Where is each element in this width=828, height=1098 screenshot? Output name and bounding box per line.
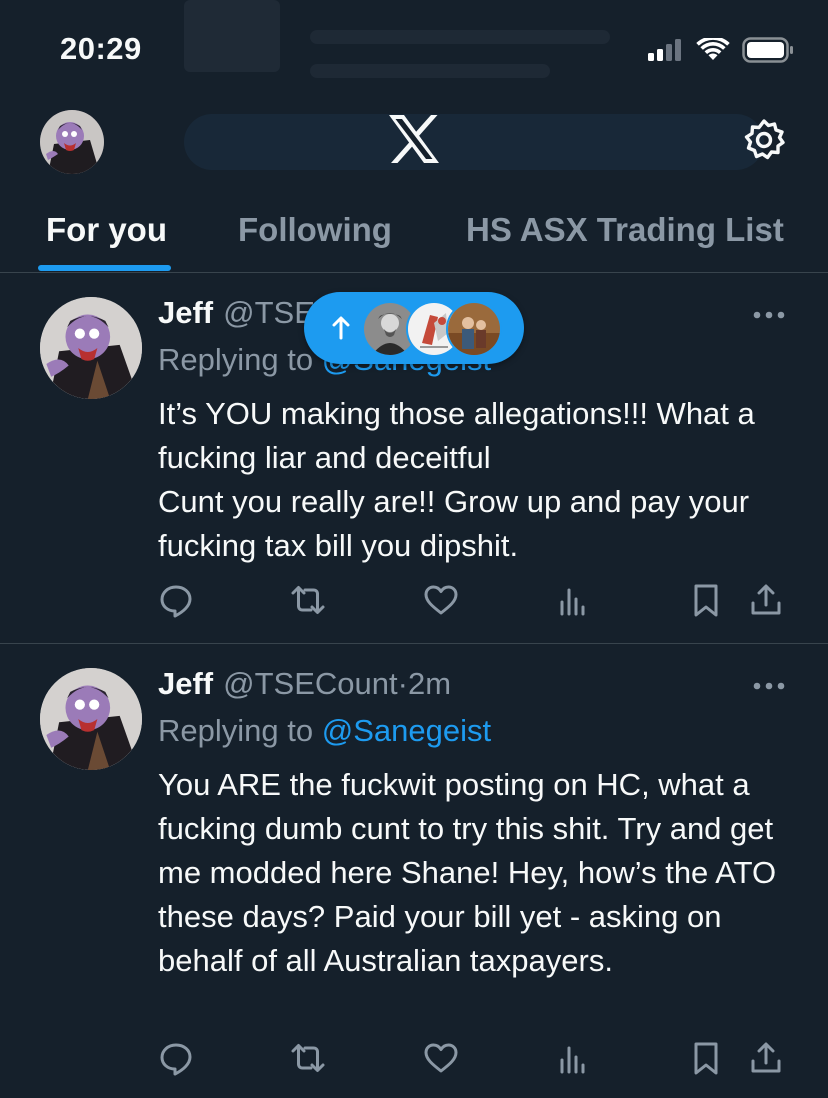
tweet-header: Jeff @TSE	[158, 295, 315, 331]
tab-following[interactable]: Following	[238, 190, 392, 270]
display-name[interactable]: Jeff	[158, 666, 213, 701]
bookmark-icon[interactable]	[688, 1040, 724, 1076]
status-bar: 20:29	[0, 0, 828, 96]
profile-avatar[interactable]	[40, 110, 104, 174]
replying-to-label: Replying to	[158, 342, 314, 377]
count-avatar-image	[40, 110, 104, 174]
count-avatar-image	[40, 668, 142, 770]
count-avatar-image	[40, 297, 142, 399]
like-icon[interactable]	[423, 582, 459, 618]
top-bar	[0, 96, 828, 186]
share-icon[interactable]	[748, 582, 784, 618]
tweet-header: Jeff @TSECount·2m	[158, 666, 451, 702]
more-options-icon[interactable]	[752, 310, 786, 320]
display-name[interactable]: Jeff	[158, 295, 213, 330]
tweet-text: It’s YOU making those allegations!!! Wha…	[158, 396, 755, 563]
avatar[interactable]	[40, 297, 142, 399]
views-icon[interactable]	[556, 582, 592, 618]
avatar[interactable]	[40, 668, 142, 770]
active-tab-indicator	[38, 265, 171, 271]
status-icons	[648, 36, 794, 64]
views-icon[interactable]	[556, 1040, 592, 1076]
reply-handle-link[interactable]: @Sanegeist	[322, 713, 491, 748]
replying-to-label: Replying to	[158, 713, 314, 748]
timeline-tabs: For you Following HS ASX Trading List	[0, 190, 828, 273]
user-handle[interactable]: @TSE	[223, 295, 315, 330]
tweet[interactable]: Jeff @TSECount·2m Replying to @Sanegeist …	[0, 644, 828, 1098]
tweet-actions	[0, 1040, 828, 1080]
blurred-search-bar	[184, 114, 764, 170]
battery-icon	[742, 37, 793, 63]
like-icon[interactable]	[423, 1040, 459, 1076]
reply-icon[interactable]	[158, 582, 194, 618]
bookmark-icon[interactable]	[688, 582, 724, 618]
tweet-actions	[0, 582, 828, 622]
replying-to: Replying to @Sanegeist	[158, 713, 491, 749]
tab-for-you[interactable]: For you	[46, 190, 167, 270]
new-posts-pill[interactable]	[304, 292, 524, 364]
x-logo-icon[interactable]	[387, 114, 441, 164]
new-post-avatar	[446, 301, 502, 357]
tab-hs-asx-trading-list[interactable]: HS ASX Trading List	[466, 190, 784, 270]
cellular-signal-icon	[648, 39, 681, 61]
share-icon[interactable]	[748, 1040, 784, 1076]
gear-icon[interactable]	[742, 118, 786, 162]
user-handle[interactable]: @TSECount	[223, 666, 397, 701]
more-options-icon[interactable]	[752, 681, 786, 691]
tweet-text: You ARE the fuckwit posting on HC, what …	[158, 767, 777, 978]
status-time: 20:29	[60, 31, 142, 66]
repost-icon[interactable]	[290, 1040, 326, 1076]
tweet-time: ·2m	[397, 666, 452, 701]
wifi-icon	[696, 38, 730, 60]
arrow-up-icon	[332, 316, 350, 340]
reply-icon[interactable]	[158, 1040, 194, 1076]
repost-icon[interactable]	[290, 582, 326, 618]
